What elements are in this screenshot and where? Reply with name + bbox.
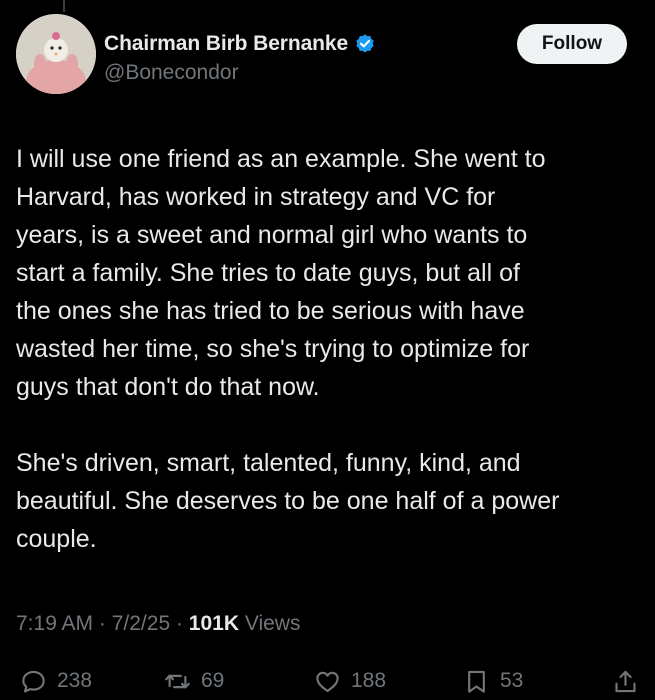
meta-separator: · <box>170 612 189 635</box>
views-label: Views <box>239 612 301 635</box>
follow-button[interactable]: Follow <box>517 24 627 64</box>
reply-button[interactable]: 238 <box>20 664 92 698</box>
share-icon <box>615 670 636 692</box>
bookmark-count: 53 <box>500 669 524 692</box>
tweet-time[interactable]: 7:19 AM <box>16 612 93 636</box>
tweet: Chairman Birb Bernanke @Bonecondor Follo… <box>0 0 655 700</box>
repost-button[interactable]: 69 <box>164 664 224 698</box>
tweet-paragraph: She's driven, smart, talented, funny, ki… <box>16 449 560 553</box>
views-count: 101K <box>188 612 239 635</box>
display-name-row[interactable]: Chairman Birb Bernanke <box>104 31 376 57</box>
share-button[interactable] <box>612 664 639 698</box>
thread-line <box>63 0 65 12</box>
tweet-meta: 7:19 AM · 7/2/25 · 101K Views <box>16 609 300 639</box>
display-name[interactable]: Chairman Birb Bernanke <box>104 32 348 56</box>
tweet-paragraph: I will use one friend as an example. She… <box>16 145 546 401</box>
avatar[interactable] <box>16 14 96 94</box>
bookmark-button[interactable]: 53 <box>463 664 523 698</box>
repost-icon <box>165 674 190 688</box>
like-button[interactable]: 188 <box>314 664 386 698</box>
meta-separator: · <box>93 612 112 635</box>
tweet-text: I will use one friend as an example. She… <box>16 140 641 558</box>
verified-badge-icon <box>356 34 374 53</box>
bookmark-icon <box>468 670 485 693</box>
repost-count: 69 <box>201 669 225 692</box>
reply-icon <box>22 670 45 692</box>
reply-count: 238 <box>57 669 93 692</box>
like-icon <box>316 671 339 692</box>
like-count: 188 <box>351 669 387 692</box>
action-bar: 238 69 188 53 <box>0 664 655 698</box>
tweet-date[interactable]: 7/2/25 <box>112 612 170 636</box>
handle[interactable]: @Bonecondor <box>104 61 239 85</box>
